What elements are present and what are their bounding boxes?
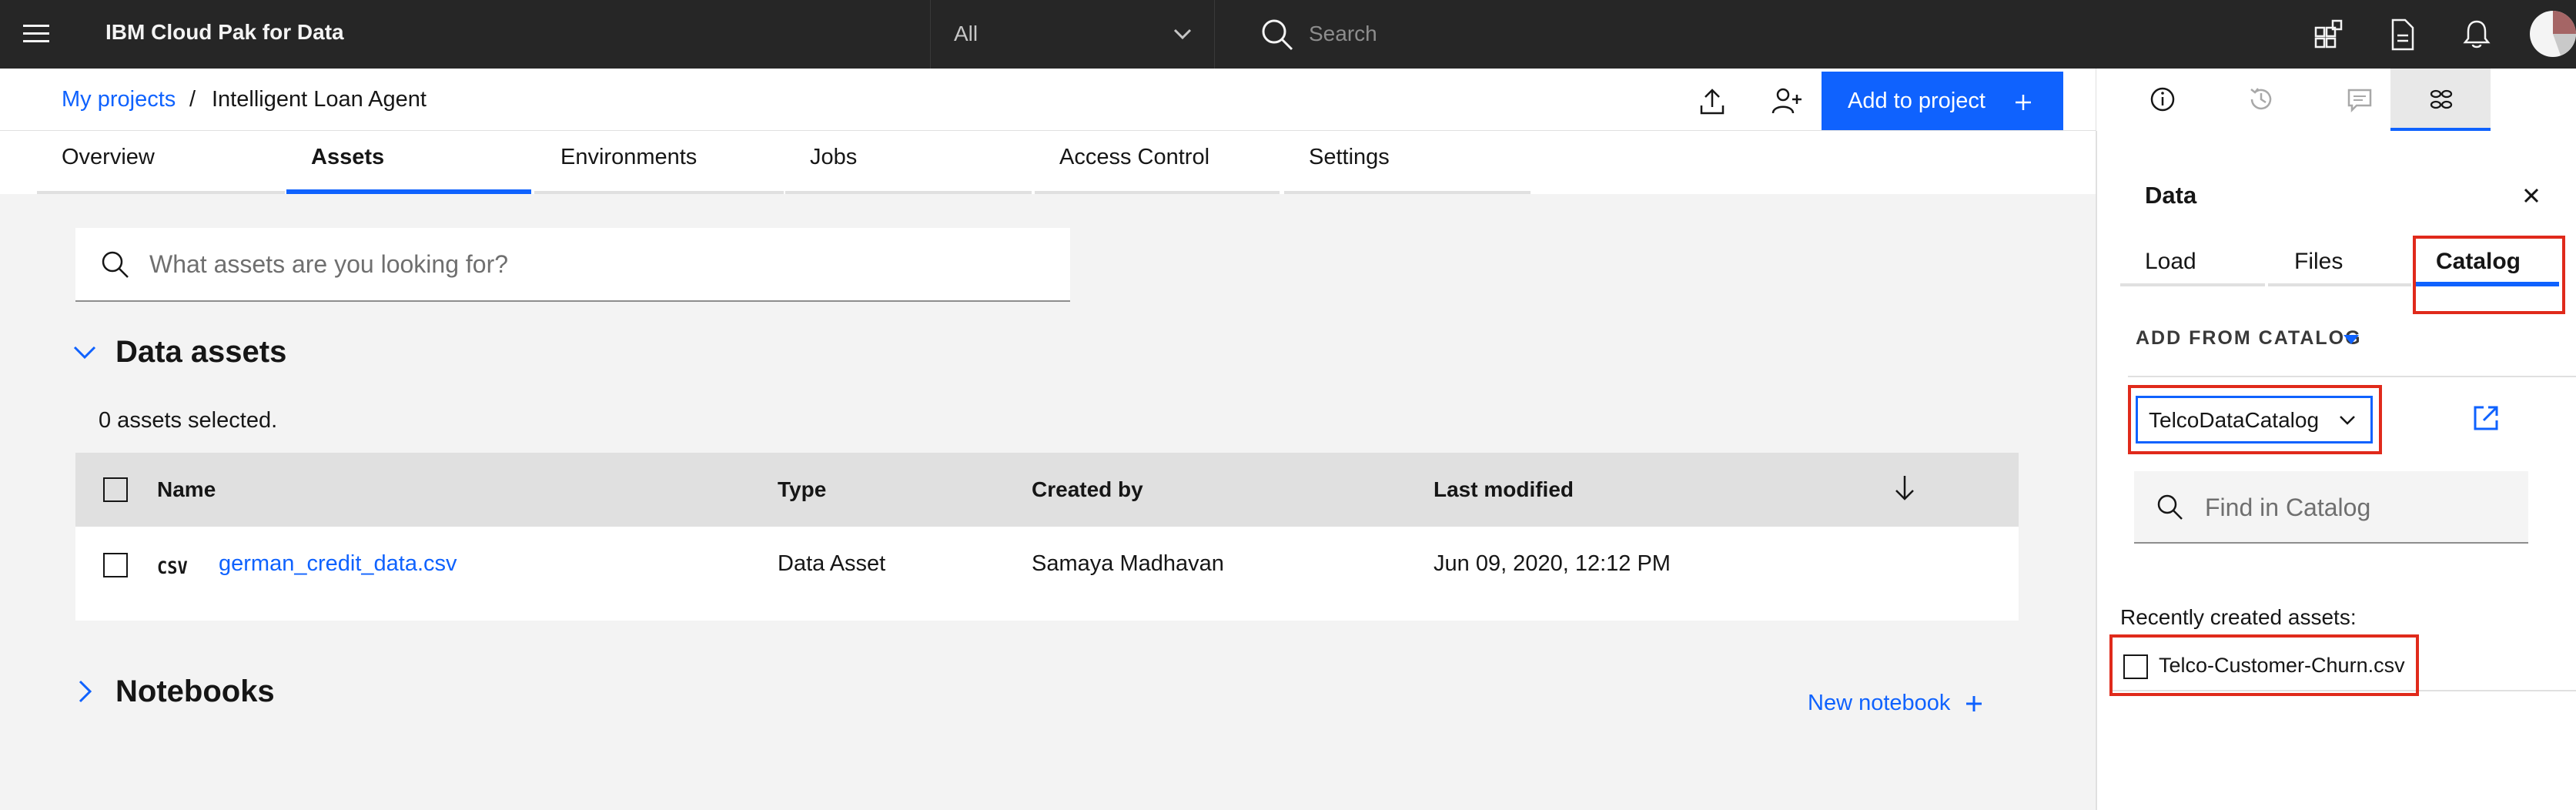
- chevron-down-icon: [1173, 26, 1193, 42]
- search-icon: [2154, 491, 2186, 524]
- tab-jobs[interactable]: Jobs: [785, 131, 1032, 194]
- add-to-project-label: Add to project: [1848, 88, 1986, 113]
- column-header-type[interactable]: Type: [778, 474, 826, 505]
- search-icon[interactable]: [1260, 17, 1295, 52]
- comments-icon[interactable]: [2343, 82, 2377, 116]
- tab-label: Files: [2294, 249, 2343, 274]
- tab-label: Settings: [1309, 145, 1390, 169]
- global-search-input[interactable]: [1309, 15, 2002, 52]
- data-tool-icon[interactable]: [2424, 82, 2458, 116]
- asset-last-modified: Jun 09, 2020, 12:12 PM: [1434, 551, 1671, 576]
- column-header-last-modified[interactable]: Last modified: [1434, 474, 1574, 505]
- table-header: Name Type Created by Last modified: [75, 453, 2019, 527]
- tab-label: Jobs: [810, 145, 858, 169]
- tab-label: Catalog: [2436, 249, 2521, 274]
- chevron-right-icon[interactable]: [71, 678, 99, 705]
- column-header-created-by[interactable]: Created by: [1032, 474, 1143, 505]
- caret-down-icon[interactable]: [2342, 333, 2360, 346]
- data-assets-table: Name Type Created by Last modified CSV g…: [75, 453, 2019, 621]
- csv-file-icon: CSV: [157, 559, 188, 578]
- chevron-down-icon[interactable]: [71, 339, 99, 367]
- table-row[interactable]: CSV german_credit_data.csv Data Asset Sa…: [75, 527, 2019, 621]
- panel-tab-catalog[interactable]: Catalog: [2414, 246, 2559, 308]
- breadcrumb-separator: /: [189, 87, 196, 112]
- column-header-name[interactable]: Name: [157, 474, 216, 505]
- new-notebook-link[interactable]: New notebook: [1808, 688, 1950, 718]
- find-in-catalog-input[interactable]: [2205, 488, 2513, 527]
- recent-asset-name[interactable]: Telco-Customer-Churn.csv: [2159, 650, 2405, 681]
- top-header: IBM Cloud Pak for Data All: [0, 0, 2576, 69]
- add-from-catalog-menu[interactable]: ADD FROM CATALOG: [2136, 325, 2362, 351]
- tab-environments[interactable]: Environments: [534, 131, 784, 194]
- recent-asset-checkbox[interactable]: [2123, 654, 2148, 679]
- plus-icon[interactable]: [1965, 695, 1983, 713]
- tab-label: Environments: [560, 145, 698, 169]
- row-checkbox[interactable]: [103, 553, 128, 577]
- add-to-project-button[interactable]: Add to project: [1822, 72, 2063, 130]
- document-icon[interactable]: [2385, 17, 2420, 52]
- hamburger-menu-icon[interactable]: [22, 20, 52, 48]
- user-avatar[interactable]: [2522, 6, 2576, 62]
- sort-arrow-down-icon[interactable]: [1891, 473, 1919, 504]
- data-side-panel: Data Load Files Catalog ADD FROM CATALOG…: [2096, 131, 2576, 810]
- divider: [2128, 376, 2576, 377]
- notification-icon[interactable]: [2459, 17, 2494, 52]
- notebooks-heading[interactable]: Notebooks: [115, 672, 275, 711]
- data-assets-heading[interactable]: Data assets: [115, 333, 286, 371]
- close-icon[interactable]: [2519, 183, 2544, 208]
- project-header: My projects / Intelligent Loan Agent Add…: [0, 69, 2096, 131]
- panel-tab-load[interactable]: Load: [2120, 246, 2265, 308]
- asset-created-by: Samaya Madhavan: [1032, 551, 1224, 576]
- catalog-selected-value: TelcoDataCatalog: [2149, 408, 2320, 432]
- history-icon[interactable]: [2244, 82, 2278, 116]
- chevron-down-icon: [2338, 413, 2357, 427]
- upload-icon[interactable]: [1695, 84, 1729, 118]
- tab-settings[interactable]: Settings: [1284, 131, 1531, 194]
- catalog-select[interactable]: TelcoDataCatalog: [2136, 396, 2373, 443]
- asset-search-box: [75, 228, 1070, 302]
- plus-icon: [2014, 93, 2032, 112]
- open-in-catalog-icon[interactable]: [2470, 402, 2502, 434]
- scope-dropdown[interactable]: All: [930, 0, 1215, 69]
- asset-name-link[interactable]: german_credit_data.csv: [219, 548, 457, 579]
- project-tabs: Overview Assets Environments Jobs Access…: [0, 131, 2096, 194]
- tab-label: Access Control: [1059, 145, 1210, 169]
- project-name: Intelligent Loan Agent: [212, 87, 427, 112]
- breadcrumb-my-projects[interactable]: My projects: [62, 84, 176, 115]
- app-title[interactable]: IBM Cloud Pak for Data: [105, 17, 344, 48]
- side-panel-toolbar: [2096, 69, 2576, 131]
- apps-icon[interactable]: [2311, 17, 2347, 52]
- scope-selected-value: All: [954, 22, 979, 45]
- tab-overview[interactable]: Overview: [37, 131, 285, 194]
- tab-assets[interactable]: Assets: [286, 131, 531, 194]
- asset-search-input[interactable]: [149, 245, 1035, 283]
- tab-access-control[interactable]: Access Control: [1035, 131, 1280, 194]
- panel-title: Data: [2145, 182, 2197, 209]
- recent-assets-label: Recently created assets:: [2120, 605, 2357, 629]
- add-collaborator-icon[interactable]: [1769, 84, 1803, 118]
- asset-type: Data Asset: [778, 551, 886, 576]
- tab-label: Load: [2145, 249, 2196, 274]
- divider: [2113, 690, 2576, 691]
- find-in-catalog-box: [2134, 471, 2528, 544]
- panel-tab-files[interactable]: Files: [2268, 246, 2411, 308]
- info-icon[interactable]: [2146, 82, 2180, 116]
- selected-count: 0 assets selected.: [99, 408, 278, 433]
- tab-label: Assets: [311, 145, 385, 169]
- select-all-checkbox[interactable]: [103, 477, 128, 502]
- tab-label: Overview: [62, 145, 155, 169]
- search-icon: [99, 248, 132, 282]
